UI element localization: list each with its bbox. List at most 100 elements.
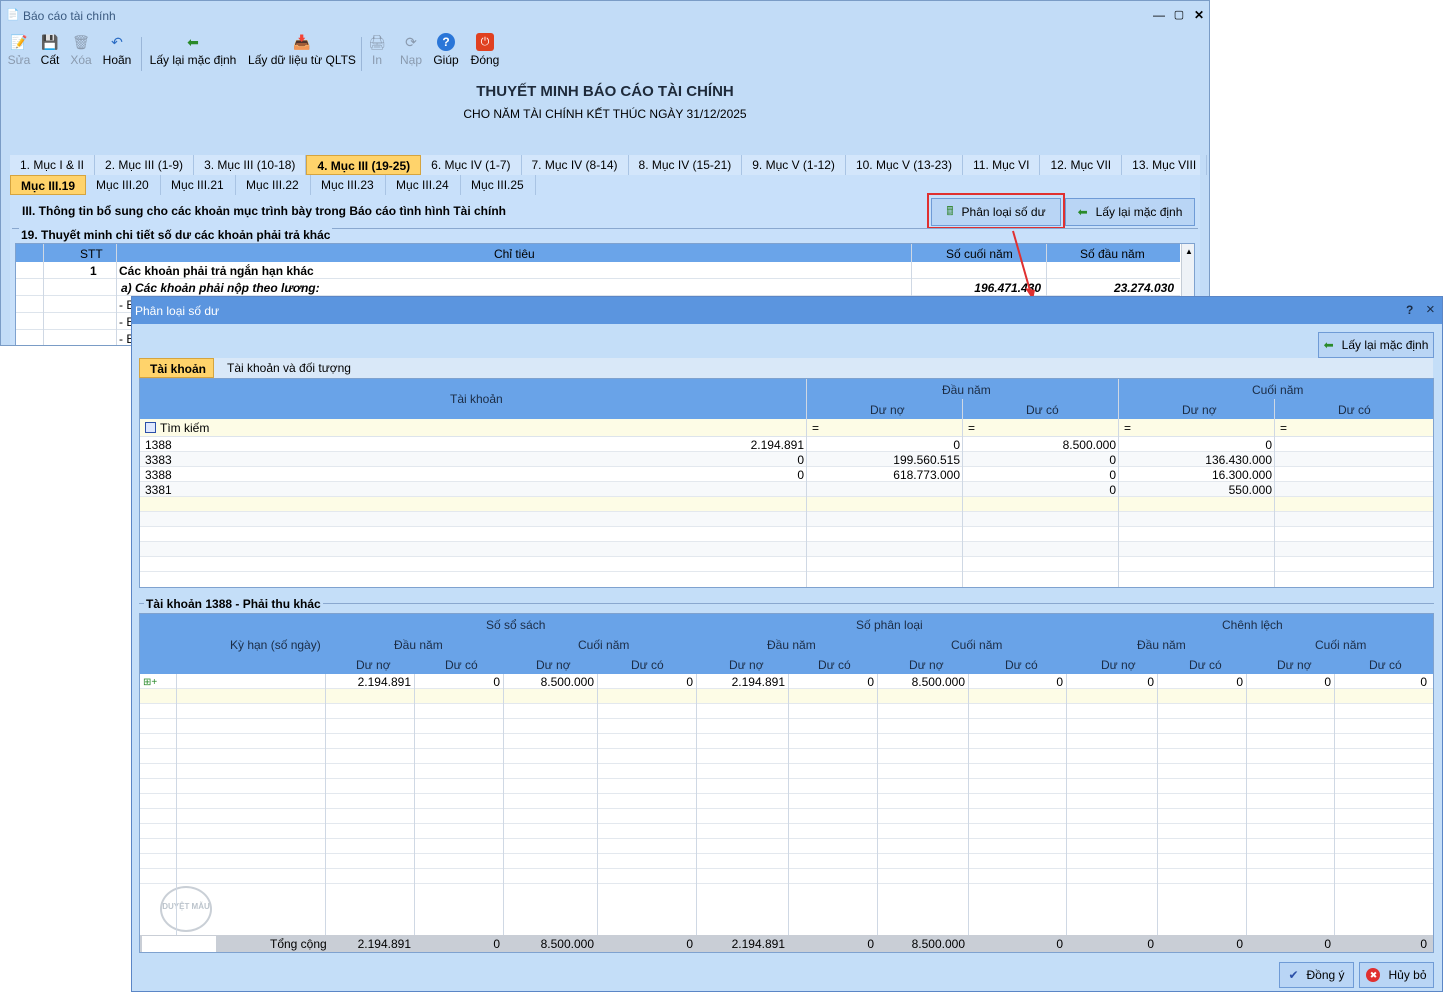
tab-section-8[interactable]: 8. Mục IV (15-21) bbox=[629, 155, 743, 175]
subtab-iii-25[interactable]: Mục III.25 bbox=[461, 175, 537, 195]
filter-operator[interactable]: = bbox=[1280, 421, 1287, 435]
close-button[interactable]: ⏻ Đóng bbox=[468, 33, 502, 73]
check-icon: ✔ bbox=[1288, 968, 1299, 982]
toolbar-separator bbox=[141, 37, 142, 71]
maximize-icon[interactable]: ▢ bbox=[1171, 7, 1187, 23]
filter-icon[interactable] bbox=[145, 422, 156, 433]
tab-section-7[interactable]: 7. Mục IV (8-14) bbox=[522, 155, 629, 175]
amount-cell[interactable]: 8.500.000 bbox=[879, 675, 965, 689]
dialog-reset-default-button[interactable]: ⬅ Lấy lại mặc định bbox=[1318, 332, 1434, 358]
amount-cell[interactable]: 0 bbox=[1068, 675, 1154, 689]
minimize-icon[interactable]: — bbox=[1151, 7, 1167, 23]
subtab-iii-22[interactable]: Mục III.22 bbox=[236, 175, 312, 195]
table-row[interactable] bbox=[140, 869, 1433, 884]
table-row[interactable]: 3381 0 550.000 bbox=[140, 482, 1433, 497]
edit-button[interactable]: 📝 Sửa bbox=[5, 33, 33, 73]
save-button[interactable]: 💾 Cất bbox=[37, 33, 63, 73]
reset-default-section-button[interactable]: ⬅ Lấy lại mặc định bbox=[1065, 198, 1195, 226]
print-button[interactable]: 🖨 In bbox=[365, 33, 389, 73]
subtab-iii-20[interactable]: Mục III.20 bbox=[86, 175, 162, 195]
tab-section-1[interactable]: 1. Mục I & II bbox=[10, 155, 96, 175]
tab-section-3[interactable]: 3. Mục III (10-18) bbox=[194, 155, 307, 175]
table-row[interactable] bbox=[140, 854, 1433, 869]
classify-balance-button[interactable]: 🖩 Phân loại số dư bbox=[931, 198, 1061, 226]
filter-operator[interactable]: = bbox=[968, 421, 975, 435]
table-row[interactable] bbox=[140, 542, 1433, 557]
group-title: 19. Thuyết minh chi tiết số dư các khoản… bbox=[19, 228, 333, 242]
tab-section-12[interactable]: 12. Mục VII bbox=[1040, 155, 1123, 175]
dialog-close-icon[interactable]: × bbox=[1426, 301, 1435, 318]
amount-cell[interactable]: 0 bbox=[970, 675, 1063, 689]
tab-account-and-object[interactable]: Tài khoản và đối tượng bbox=[227, 361, 351, 375]
table-row[interactable]: 2.194.891 0 8.500.000 0 2.194.891 0 8.500.000 0… bbox=[140, 674, 1433, 689]
help-icon: ? bbox=[437, 33, 455, 51]
amount-cell[interactable]: 8.500.000 bbox=[505, 675, 594, 689]
amount-cell[interactable]: 0 bbox=[416, 675, 500, 689]
cancel-button[interactable]: ✖ Hủy bỏ bbox=[1359, 962, 1434, 988]
tab-section-9[interactable]: 9. Mục V (1-12) bbox=[742, 155, 846, 175]
tab-section-10[interactable]: 10. Mục V (13-23) bbox=[846, 155, 963, 175]
table-row[interactable] bbox=[140, 764, 1433, 779]
subtab-iii-24[interactable]: Mục III.24 bbox=[386, 175, 462, 195]
header-credit: Dư có bbox=[631, 658, 664, 672]
subtab-iii-23[interactable]: Mục III.23 bbox=[311, 175, 387, 195]
amount-cell[interactable]: 0 bbox=[1159, 675, 1243, 689]
tab-section-4[interactable]: 4. Mục III (19-25) bbox=[306, 155, 422, 175]
table-row[interactable] bbox=[140, 719, 1433, 734]
dialog-help-icon[interactable]: ? bbox=[1406, 303, 1413, 317]
scroll-up-icon[interactable]: ▲ bbox=[1182, 247, 1194, 256]
delete-button[interactable]: 🗑 Xóa bbox=[67, 33, 95, 73]
table-row[interactable] bbox=[140, 824, 1433, 839]
amount-cell[interactable]: 0 bbox=[599, 675, 693, 689]
table-row[interactable] bbox=[140, 512, 1433, 527]
table-row[interactable] bbox=[140, 809, 1433, 824]
table-row[interactable] bbox=[140, 557, 1433, 572]
tab-section-6[interactable]: 6. Mục IV (1-7) bbox=[421, 155, 522, 175]
filter-operator[interactable]: = bbox=[812, 421, 819, 435]
table-row[interactable]: 3383 0 199.560.515 0 136.430.000 bbox=[140, 452, 1433, 467]
grid-line bbox=[176, 674, 177, 936]
reset-default-button[interactable]: ⬅ Lấy lại mặc định bbox=[148, 33, 238, 73]
tab-section-2[interactable]: 2. Mục III (1-9) bbox=[95, 155, 195, 175]
search-row[interactable]: Tìm kiếm = = = = bbox=[140, 419, 1433, 437]
calculator-icon: 🖩 bbox=[946, 203, 954, 218]
header-debit: Dư nợ bbox=[909, 658, 944, 672]
get-qlts-button[interactable]: 📥 Lấy dữ liệu từ QLTS bbox=[247, 33, 357, 73]
amount-cell[interactable]: 2.194.891 bbox=[698, 675, 785, 689]
header-credit: Dư có bbox=[1005, 658, 1038, 672]
table-row[interactable] bbox=[140, 704, 1433, 719]
back-arrow-icon: ⬅ bbox=[187, 34, 199, 50]
table-row[interactable] bbox=[140, 689, 1433, 704]
help-button[interactable]: ? Giúp bbox=[431, 33, 461, 73]
subtab-iii-21[interactable]: Mục III.21 bbox=[161, 175, 237, 195]
amount-cell[interactable]: 0 bbox=[1336, 675, 1427, 689]
new-row-icon[interactable]: ⊞+ bbox=[143, 677, 157, 688]
reload-button[interactable]: ⟳ Nạp bbox=[397, 33, 425, 73]
table-row[interactable] bbox=[140, 749, 1433, 764]
tab-section-13[interactable]: 13. Mục VIII bbox=[1122, 155, 1208, 175]
table-row[interactable]: 3388 0 618.773.000 0 16.300.000 bbox=[140, 467, 1433, 482]
amount-cell[interactable]: 0 bbox=[1248, 675, 1331, 689]
filter-operator[interactable]: = bbox=[1124, 421, 1131, 435]
table-row[interactable] bbox=[140, 527, 1433, 542]
tab-section-11[interactable]: 11. Mục VI bbox=[963, 155, 1041, 175]
grid-line bbox=[1066, 674, 1067, 936]
table-row[interactable]: 1388 2.194.891 0 8.500.000 0 bbox=[140, 437, 1433, 452]
subtab-iii-19[interactable]: Mục III.19 bbox=[10, 175, 87, 195]
table-row[interactable] bbox=[140, 794, 1433, 809]
tab-account[interactable]: Tài khoản bbox=[139, 358, 214, 378]
table-row[interactable] bbox=[140, 734, 1433, 749]
table-row[interactable] bbox=[140, 779, 1433, 794]
save-icon: 💾 bbox=[41, 34, 59, 50]
search-input[interactable]: Tìm kiếm bbox=[160, 421, 209, 435]
table-row[interactable] bbox=[140, 497, 1433, 512]
report-subtitle: CHO NĂM TÀI CHÍNH KẾT THÚC NGÀY 31/12/20… bbox=[463, 107, 747, 121]
account-code: 3388 bbox=[145, 468, 172, 482]
amount-cell[interactable]: 2.194.891 bbox=[327, 675, 411, 689]
toolbar-separator bbox=[361, 37, 362, 71]
amount-cell[interactable]: 0 bbox=[790, 675, 874, 689]
close-icon[interactable]: ✕ bbox=[1191, 7, 1207, 23]
ok-button[interactable]: ✔ Đồng ý bbox=[1279, 962, 1354, 988]
undo-button[interactable]: ↶ Hoãn bbox=[101, 33, 133, 73]
table-row[interactable] bbox=[140, 839, 1433, 854]
